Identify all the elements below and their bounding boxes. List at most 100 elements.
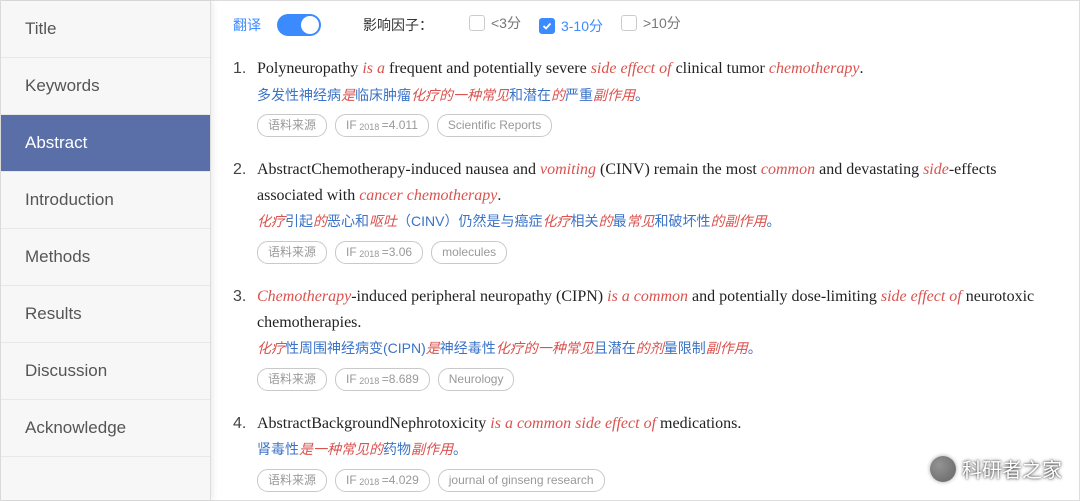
impact-factor-pill[interactable]: IF 2018 =3.06 [335, 241, 423, 264]
highlight-span: 副作用 [411, 441, 453, 457]
sentence-zh: 肾毒性是一种常见的药物副作用。 [257, 438, 1051, 460]
journal-pill[interactable]: molecules [431, 241, 507, 264]
source-pill[interactable]: 语料来源 [257, 469, 327, 492]
sidebar-item-label: Abstract [25, 133, 87, 152]
checkbox[interactable] [469, 15, 485, 31]
result-tags: 语料来源 IF 2018 =3.06 molecules [257, 241, 1051, 264]
text-span: 最 [612, 213, 626, 229]
text-span: 恶心和 [327, 213, 369, 229]
sidebar-item-label: Keywords [25, 76, 100, 95]
sidebar-item-label: Title [25, 19, 57, 38]
source-pill[interactable]: 语料来源 [257, 241, 327, 264]
highlight-span: Chemotherapy [257, 288, 351, 305]
filter-label: 3-10分 [561, 16, 603, 36]
filter-option[interactable]: <3分 [469, 13, 521, 33]
sentence-en: AbstractBackgroundNephrotoxicity is a co… [257, 411, 1051, 437]
checkbox[interactable] [539, 18, 555, 34]
text-span: 和潜在 [509, 87, 551, 103]
sentence-zh: 化疗引起的恶心和呕吐（CINV）仍然是与癌症化疗相关的最常见和破坏性的副作用。 [257, 210, 1051, 232]
sidebar-item-label: Results [25, 304, 82, 323]
highlight-span: 副作用 [706, 340, 748, 356]
text-span: 相关 [570, 213, 598, 229]
sidebar-item-methods[interactable]: Methods [1, 229, 210, 286]
journal-pill[interactable]: Scientific Reports [437, 114, 552, 137]
highlight-span: 化疗的一种常见 [411, 87, 509, 103]
text-span: and devastating [815, 161, 923, 178]
filter-label: <3分 [491, 13, 521, 33]
sidebar-item-introduction[interactable]: Introduction [1, 172, 210, 229]
highlight-span: 化疗 [542, 213, 570, 229]
sentence-zh: 多发性神经病是临床肿瘤化疗的一种常见和潜在的严重副作用。 [257, 84, 1051, 106]
sentence-en: Chemotherapy-induced peripheral neuropat… [257, 284, 1051, 335]
highlight-span: 是 [341, 87, 355, 103]
sidebar-item-title[interactable]: Title [1, 1, 210, 58]
sidebar-item-discussion[interactable]: Discussion [1, 343, 210, 400]
source-pill[interactable]: 语料来源 [257, 114, 327, 137]
sidebar-item-label: Acknowledge [25, 418, 126, 437]
highlight-span: 的副作用 [710, 213, 766, 229]
filter-option[interactable]: >10分 [621, 13, 681, 33]
result-item: Chemotherapy-induced peripheral neuropat… [233, 284, 1051, 391]
text-span: Polyneuropathy [257, 60, 362, 77]
source-pill[interactable]: 语料来源 [257, 368, 327, 391]
checkbox[interactable] [621, 15, 637, 31]
highlight-span: 是 [426, 340, 440, 356]
impact-factor-pill[interactable]: IF 2018 =4.011 [335, 114, 429, 137]
sidebar-item-label: Methods [25, 247, 90, 266]
text-span: 神经毒性 [440, 340, 496, 356]
text-span: （CINV）仍然是与癌症 [397, 213, 542, 229]
text-span: . [497, 187, 501, 204]
text-span: 多发性神经病 [257, 87, 341, 103]
impact-factor-label: 影响因子： [363, 15, 433, 35]
highlight-span: side effect of [591, 60, 672, 77]
sidebar-item-abstract[interactable]: Abstract [1, 115, 210, 172]
text-span: . [860, 60, 864, 77]
sidebar-item-keywords[interactable]: Keywords [1, 58, 210, 115]
sidebar-item-label: Discussion [25, 361, 107, 380]
text-span: 量限制 [664, 340, 706, 356]
text-span: 严重 [565, 87, 593, 103]
toolbar: 翻译 影响因子： <3分3-10分>10分 [233, 13, 1051, 36]
highlight-span: 的 [313, 213, 327, 229]
text-span: -induced peripheral neuropathy (CIPN) [351, 288, 607, 305]
highlight-span: cancer chemotherapy [359, 187, 497, 204]
text-span: and potentially dose-limiting [688, 288, 881, 305]
text-span: 。 [635, 87, 649, 103]
text-span: clinical tumor [672, 60, 769, 77]
text-span: 临床肿瘤 [355, 87, 411, 103]
filter-option[interactable]: 3-10分 [539, 16, 603, 36]
result-item: AbstractChemotherapy-induced nausea and … [233, 157, 1051, 264]
sidebar-item-acknowledge[interactable]: Acknowledge [1, 400, 210, 457]
result-tags: 语料来源 IF 2018 =4.011 Scientific Reports [257, 114, 1051, 137]
translate-toggle[interactable] [277, 14, 321, 36]
sidebar-item-results[interactable]: Results [1, 286, 210, 343]
highlight-span: side effect of [881, 288, 962, 305]
sidebar-item-label: Introduction [25, 190, 114, 209]
text-span: 引起 [285, 213, 313, 229]
main-content: 翻译 影响因子： <3分3-10分>10分 Polyneuropathy is … [211, 1, 1079, 500]
impact-factor-pill[interactable]: IF 2018 =4.029 [335, 469, 430, 492]
impact-factor-pill[interactable]: IF 2018 =8.689 [335, 368, 430, 391]
text-span: AbstractChemotherapy-induced nausea and [257, 161, 540, 178]
highlight-span: chemotherapy [769, 60, 860, 77]
filter-label: >10分 [643, 13, 681, 33]
sentence-zh: 化疗性周围神经病变(CIPN)是神经毒性化疗的一种常见且潜在的剂量限制副作用。 [257, 337, 1051, 359]
result-item: AbstractBackgroundNephrotoxicity is a co… [233, 411, 1051, 492]
results-list: Polyneuropathy is a frequent and potenti… [233, 56, 1051, 492]
highlight-span: 副作用 [593, 87, 635, 103]
text-span: 且潜在 [594, 340, 636, 356]
text-span: 。 [766, 213, 780, 229]
sentence-en: AbstractChemotherapy-induced nausea and … [257, 157, 1051, 208]
journal-pill[interactable]: Neurology [438, 368, 515, 391]
text-span: 。 [748, 340, 762, 356]
highlight-span: 的 [598, 213, 612, 229]
highlight-span: is a [362, 60, 385, 77]
journal-pill[interactable]: journal of ginseng research [438, 469, 605, 492]
highlight-span: 的 [551, 87, 565, 103]
text-span: medications. [656, 415, 741, 432]
highlight-span: 化疗 [257, 340, 285, 356]
sidebar: Title Keywords Abstract Introduction Methods… [1, 1, 211, 500]
text-span: 肾毒性 [257, 441, 299, 457]
text-span: frequent and potentially severe [385, 60, 591, 77]
highlight-span: 是一种常见的 [299, 441, 383, 457]
